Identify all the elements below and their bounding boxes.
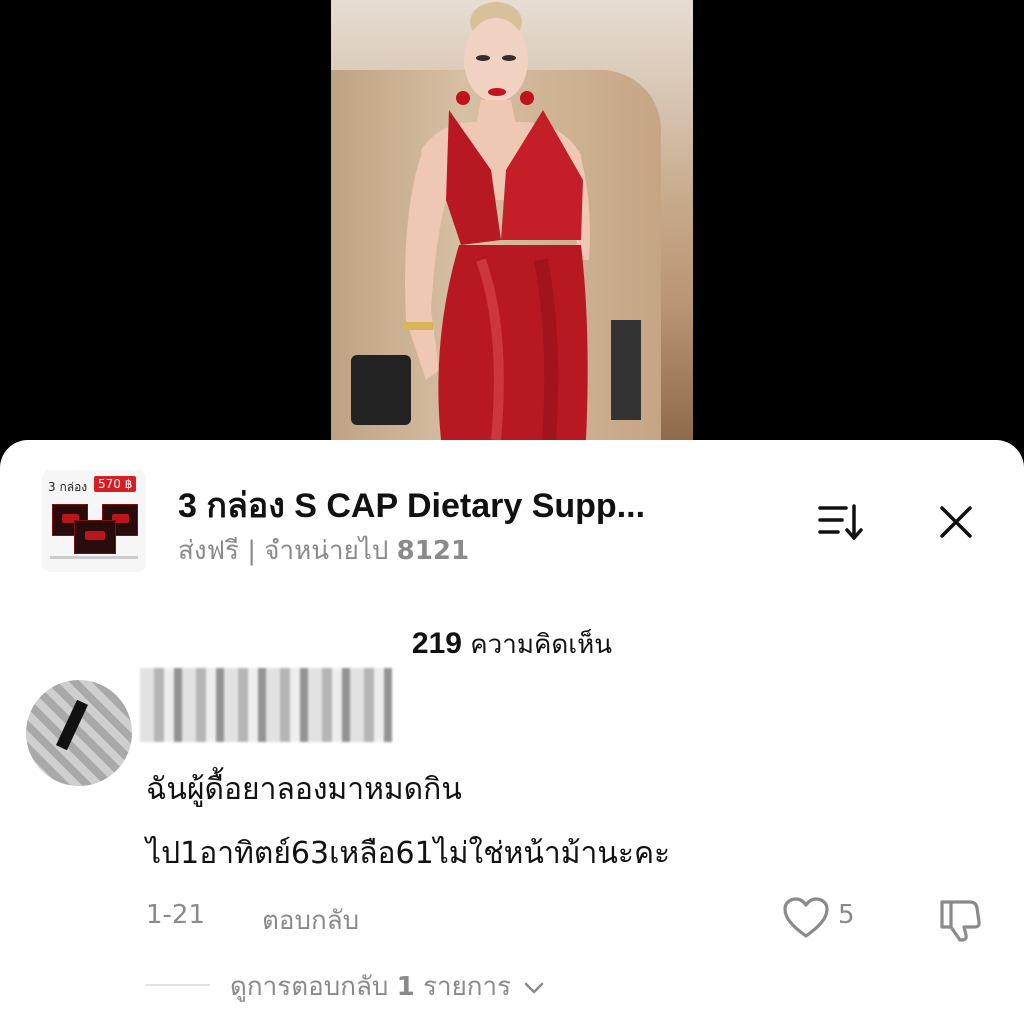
video-player[interactable] [331,0,693,440]
comment-text-line: ไป1อาทิตย์63เหลือ61ไม่ใช่หน้าม้านะคะ [146,836,671,871]
chevron-down-icon [525,982,544,993]
comments-label: ความคิดเห็น [470,630,613,660]
thumbnail-fine-print [50,556,138,559]
product-subtitle: ส่งฟรี | จำหน่ายไป 8121 [178,530,469,571]
thumbnail-quantity-label: 3 กล่อง [48,480,88,494]
product-title[interactable]: 3 กล่อง S CAP Dietary Supp... [178,478,778,532]
comment-date: 1-21 [146,900,206,930]
product-box-image [74,520,116,554]
like-button[interactable] [782,896,830,940]
product-thumbnail[interactable]: 3 กล่อง 570 ฿ [42,470,146,572]
sort-icon [818,504,863,540]
username-pixelated[interactable] [140,668,392,742]
avatar[interactable] [26,680,132,786]
subtitle-separator: | [247,536,256,566]
sort-button[interactable] [816,500,866,544]
view-replies-count: 1 [396,972,415,1002]
close-button[interactable] [936,502,976,542]
view-replies-button[interactable]: ดูการตอบกลับ 1 รายการ [230,966,545,1007]
replies-divider [146,984,210,986]
heart-icon [783,897,829,938]
comments-count-header: 219 ความคิดเห็น [0,624,1024,665]
close-icon [940,506,972,538]
sold-label: จำหน่ายไป [264,536,389,566]
avatar-pixelated-mark [55,699,89,751]
reply-button[interactable]: ตอบกลับ [262,900,359,941]
view-replies-suffix: รายการ [423,972,512,1002]
view-replies-prefix: ดูการตอบกลับ [230,972,389,1002]
comment-text-line: ฉันผู้ดื้อยาลองมาหมดกิน [146,772,462,807]
thumbnail-price-badge: 570 ฿ [94,476,137,492]
video-frame-woman-red-dress [351,2,641,440]
like-count: 5 [838,900,855,930]
shipping-label: ส่งฟรี [178,536,239,566]
sold-count: 8121 [396,536,470,566]
comments-count: 219 [411,627,462,660]
dislike-button[interactable] [936,896,986,942]
thumbs-down-icon [940,900,981,942]
